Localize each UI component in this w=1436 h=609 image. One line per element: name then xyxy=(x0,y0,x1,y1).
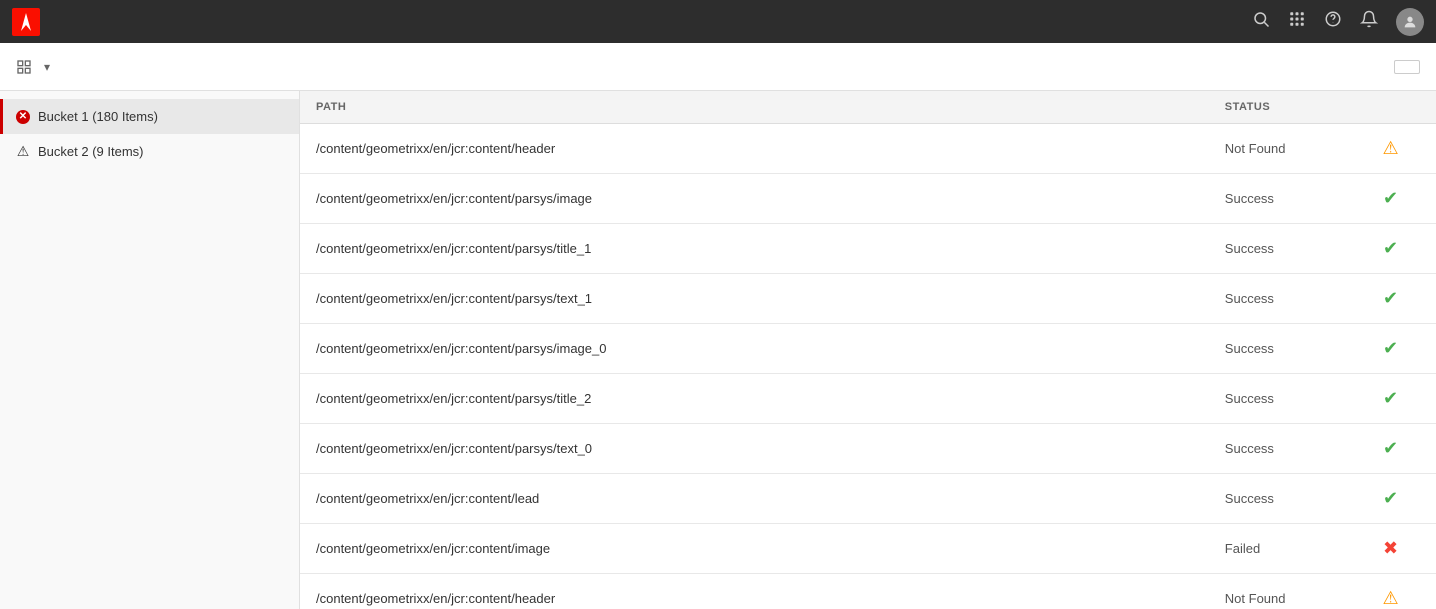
table-row: /content/geometrixx/en/jcr:content/parsy… xyxy=(300,374,1436,424)
success-icon: ✔ xyxy=(1383,288,1398,309)
path-cell: /content/geometrixx/en/jcr:content/parsy… xyxy=(300,374,1209,424)
grid-icon[interactable] xyxy=(1288,10,1306,33)
status-cell: Success xyxy=(1209,224,1345,274)
status-cell: Success xyxy=(1209,174,1345,224)
status-cell: Success xyxy=(1209,324,1345,374)
status-icon-cell: ✔ xyxy=(1345,174,1436,224)
path-cell: /content/geometrixx/en/jcr:content/parsy… xyxy=(300,324,1209,374)
warning-icon: ⚠ xyxy=(1382,588,1398,609)
help-icon[interactable] xyxy=(1324,10,1342,33)
status-icon-cell: ✖ xyxy=(1345,524,1436,574)
items-table: PATH STATUS /content/geometrixx/en/jcr:c… xyxy=(300,91,1436,609)
table-row: /content/geometrixx/en/jcr:content/lead … xyxy=(300,474,1436,524)
table-row: /content/geometrixx/en/jcr:content/parsy… xyxy=(300,424,1436,474)
status-icon-cell: ✔ xyxy=(1345,424,1436,474)
warning-icon: ⚠ xyxy=(16,145,30,159)
error-icon: ✕ xyxy=(16,110,30,124)
column-path: PATH xyxy=(300,91,1209,124)
status-cell: Not Found xyxy=(1209,574,1345,609)
topbar-left xyxy=(12,8,50,36)
list-icon xyxy=(16,59,32,75)
success-icon: ✔ xyxy=(1383,488,1398,509)
status-cell: Success xyxy=(1209,474,1345,524)
path-cell: /content/geometrixx/en/jcr:content/heade… xyxy=(300,574,1209,609)
table-row: /content/geometrixx/en/jcr:content/parsy… xyxy=(300,274,1436,324)
success-icon: ✔ xyxy=(1383,438,1398,459)
path-cell: /content/geometrixx/en/jcr:content/lead xyxy=(300,474,1209,524)
adobe-logo xyxy=(12,8,40,36)
status-icon-cell: ⚠ xyxy=(1345,574,1436,609)
status-icon-cell: ✔ xyxy=(1345,224,1436,274)
status-cell: Success xyxy=(1209,424,1345,474)
path-cell: /content/geometrixx/en/jcr:content/parsy… xyxy=(300,274,1209,324)
success-icon: ✔ xyxy=(1383,338,1398,359)
sidebar: ✕ Bucket 1 (180 Items) ⚠ Bucket 2 (9 Items) xyxy=(0,91,300,609)
status-cell: Failed xyxy=(1209,524,1345,574)
table-row: /content/geometrixx/en/jcr:content/parsy… xyxy=(300,224,1436,274)
table-row: /content/geometrixx/en/jcr:content/heade… xyxy=(300,124,1436,174)
path-cell: /content/geometrixx/en/jcr:content/heade… xyxy=(300,124,1209,174)
content-area: PATH STATUS /content/geometrixx/en/jcr:c… xyxy=(300,91,1436,609)
search-icon[interactable] xyxy=(1252,10,1270,33)
sidebar-item-label: Bucket 2 (9 Items) xyxy=(38,144,143,159)
table-row: /content/geometrixx/en/jcr:content/image… xyxy=(300,524,1436,574)
column-icon xyxy=(1345,91,1436,124)
sidebar-item-label: Bucket 1 (180 Items) xyxy=(38,109,158,124)
sidebar-item-0[interactable]: ✕ Bucket 1 (180 Items) xyxy=(0,99,299,134)
status-icon-cell: ✔ xyxy=(1345,374,1436,424)
table-row: /content/geometrixx/en/jcr:content/parsy… xyxy=(300,324,1436,374)
sidebar-item-1[interactable]: ⚠ Bucket 2 (9 Items) xyxy=(0,134,299,169)
path-cell: /content/geometrixx/en/jcr:content/parsy… xyxy=(300,224,1209,274)
status-cell: Not Found xyxy=(1209,124,1345,174)
main-layout: ✕ Bucket 1 (180 Items) ⚠ Bucket 2 (9 Items)… xyxy=(0,91,1436,609)
status-icon-cell: ✔ xyxy=(1345,274,1436,324)
success-icon: ✔ xyxy=(1383,388,1398,409)
bell-icon[interactable] xyxy=(1360,10,1378,33)
topbar-right xyxy=(1252,8,1424,36)
status-icon-cell: ✔ xyxy=(1345,324,1436,374)
status-cell: Success xyxy=(1209,274,1345,324)
status-cell: Success xyxy=(1209,374,1345,424)
status-icon-cell: ✔ xyxy=(1345,474,1436,524)
success-icon: ✔ xyxy=(1383,238,1398,259)
secondbar: ▾ xyxy=(0,43,1436,91)
warning-icon: ⚠ xyxy=(1382,138,1398,159)
column-status: STATUS xyxy=(1209,91,1345,124)
table-row: /content/geometrixx/en/jcr:content/heade… xyxy=(300,574,1436,609)
success-icon: ✔ xyxy=(1383,188,1398,209)
table-body: /content/geometrixx/en/jcr:content/heade… xyxy=(300,124,1436,609)
return-to-list-button[interactable] xyxy=(1394,60,1420,74)
breadcrumb: ▾ xyxy=(16,59,50,75)
table-header: PATH STATUS xyxy=(300,91,1436,124)
status-icon-cell: ⚠ xyxy=(1345,124,1436,174)
topbar xyxy=(0,0,1436,43)
error-icon: ✖ xyxy=(1383,538,1398,559)
path-cell: /content/geometrixx/en/jcr:content/parsy… xyxy=(300,174,1209,224)
user-avatar[interactable] xyxy=(1396,8,1424,36)
path-cell: /content/geometrixx/en/jcr:content/image xyxy=(300,524,1209,574)
table-row: /content/geometrixx/en/jcr:content/parsy… xyxy=(300,174,1436,224)
path-cell: /content/geometrixx/en/jcr:content/parsy… xyxy=(300,424,1209,474)
chevron-down-icon: ▾ xyxy=(44,60,50,74)
